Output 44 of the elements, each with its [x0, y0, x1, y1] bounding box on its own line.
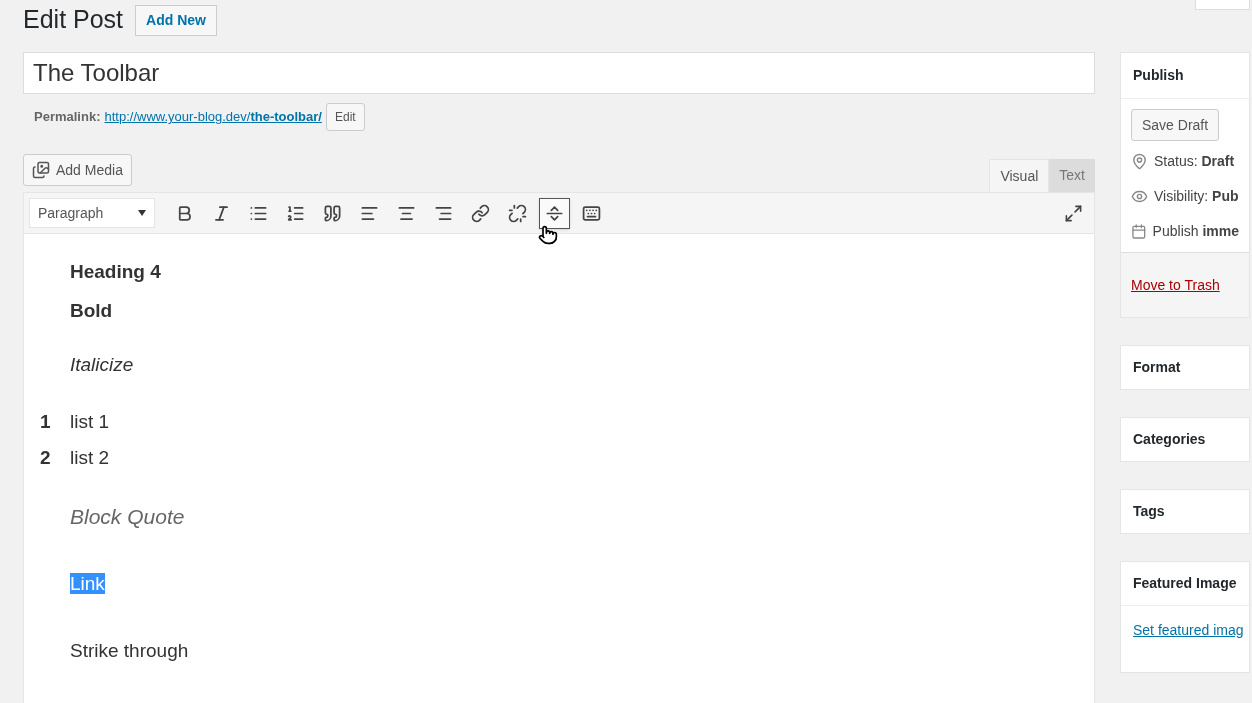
list-item-text: list 2 — [70, 446, 110, 470]
list-number: 2 — [40, 446, 52, 470]
media-icon — [32, 161, 50, 179]
permalink-label: Permalink: — [34, 108, 101, 127]
set-featured-image-link[interactable]: Set featured imag — [1133, 622, 1244, 638]
panel-title[interactable]: Categories — [1121, 418, 1249, 461]
unlink-icon — [508, 203, 527, 223]
list-item-text: list 1 — [70, 409, 110, 434]
quote-icon — [323, 203, 342, 223]
panel-title: Publish — [1121, 53, 1249, 99]
calendar-icon — [1131, 223, 1147, 240]
add-media-button[interactable]: Add Media — [23, 154, 132, 186]
paragraph-text: Strike through — [70, 638, 190, 663]
link-icon — [471, 203, 490, 223]
title-field[interactable]: The Toolbar — [23, 52, 1095, 94]
panel-title[interactable]: Featured Image — [1121, 562, 1249, 605]
bold-text: Bold — [70, 298, 114, 323]
panel-title[interactable]: Format — [1121, 346, 1249, 389]
permalink-link[interactable]: http://www.your-blog.dev/the-toolbar/ — [104, 107, 322, 127]
dropdown-arrow-icon — [138, 210, 146, 216]
publish-setting-text: Visibility: Pub — [1154, 187, 1239, 206]
panel-title[interactable]: Tags — [1121, 490, 1249, 533]
block-quote-text: Block Quote — [70, 503, 186, 530]
add-new-button[interactable]: Add New — [135, 4, 217, 36]
publish-setting-text: Publish imme — [1152, 222, 1239, 241]
eye-icon — [1131, 188, 1148, 205]
selected-text: Link — [70, 573, 105, 594]
pin-icon — [1131, 153, 1148, 170]
publish-setting-text: Status: Draft — [1154, 152, 1235, 171]
heading-text: Heading 4 — [70, 260, 162, 284]
italic-icon — [212, 203, 231, 223]
edit-permalink-button[interactable]: Edit — [325, 103, 365, 131]
editor-tab[interactable]: Visual — [989, 159, 1050, 192]
page-title: Edit Post — [23, 4, 124, 36]
italic-text: Italicize — [70, 353, 135, 377]
numbered-list-icon — [286, 203, 305, 223]
toolbar-button[interactable] — [539, 197, 570, 229]
save-draft-button[interactable]: Save Draft — [1131, 109, 1220, 141]
format-select[interactable]: Paragraph — [29, 198, 155, 228]
expand-icon — [1064, 203, 1083, 223]
separator-icon — [545, 203, 564, 223]
move-to-trash-link[interactable]: Move to Trash — [1131, 277, 1220, 293]
list-number: 1 — [40, 409, 52, 434]
keyboard-icon — [582, 203, 601, 223]
